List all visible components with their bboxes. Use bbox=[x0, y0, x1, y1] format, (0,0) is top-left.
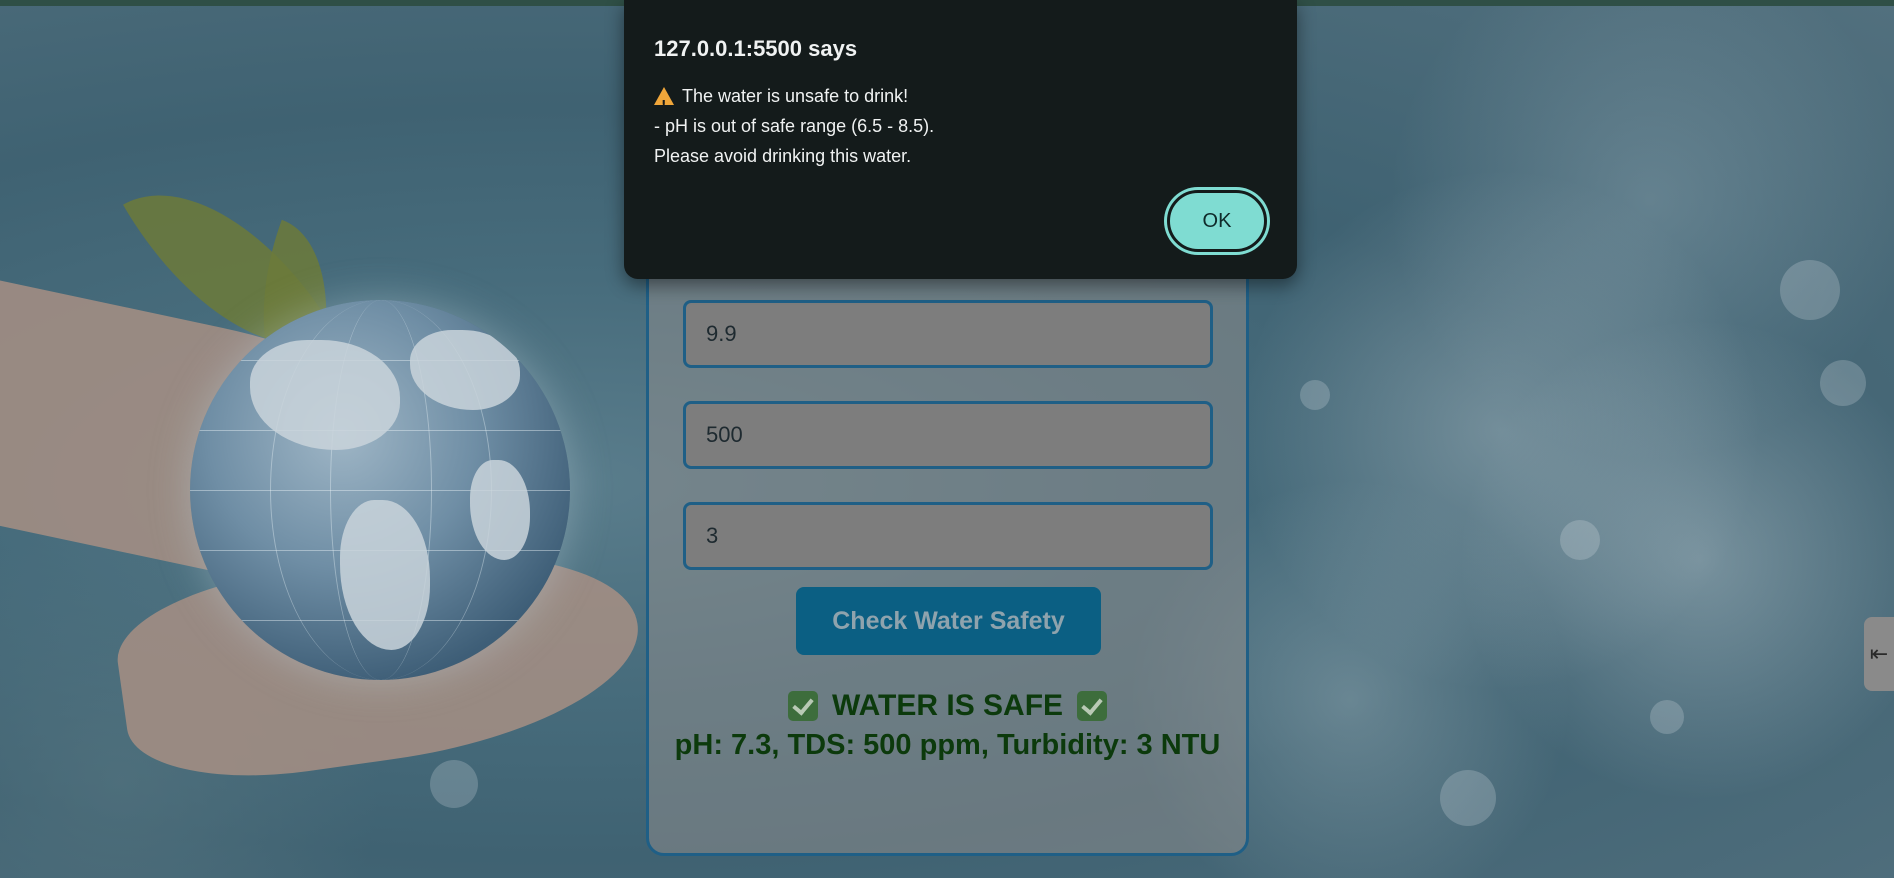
globe-illustration bbox=[190, 300, 570, 680]
page: Check Water Safety WATER IS SAFE pH: 7.3… bbox=[0, 0, 1894, 878]
bokeh-light bbox=[430, 760, 478, 808]
alert-dialog: 127.0.0.1:5500 says The water is unsafe … bbox=[624, 0, 1297, 279]
bokeh-light bbox=[1650, 700, 1684, 734]
warning-icon bbox=[654, 87, 674, 120]
alert-message: The water is unsafe to drink! - pH is ou… bbox=[654, 81, 934, 171]
bokeh-light bbox=[1820, 360, 1866, 406]
alert-line-1: The water is unsafe to drink! bbox=[682, 86, 909, 106]
check-mark-icon bbox=[787, 691, 818, 721]
bokeh-light bbox=[1300, 380, 1330, 410]
alert-title: 127.0.0.1:5500 says bbox=[654, 36, 858, 61]
turbidity-input[interactable] bbox=[683, 502, 1213, 570]
result-message: WATER IS SAFE pH: 7.3, TDS: 500 ppm, Tur… bbox=[660, 686, 1235, 763]
result-details: pH: 7.3, TDS: 500 ppm, Turbidity: 3 NTU bbox=[674, 729, 1221, 761]
bokeh-light bbox=[1780, 260, 1840, 320]
ok-button[interactable]: OK bbox=[1167, 190, 1267, 252]
alert-line-2: - pH is out of safe range (6.5 - 8.5). bbox=[654, 116, 935, 136]
result-headline: WATER IS SAFE bbox=[831, 689, 1064, 722]
side-panel-toggle[interactable]: ⇤ bbox=[1864, 617, 1894, 691]
bokeh-light bbox=[1440, 770, 1496, 826]
check-mark-icon bbox=[1077, 691, 1108, 721]
ph-input[interactable] bbox=[683, 300, 1213, 368]
bokeh-light bbox=[1560, 520, 1600, 560]
check-water-safety-button[interactable]: Check Water Safety bbox=[796, 587, 1101, 655]
tds-input[interactable] bbox=[683, 401, 1213, 469]
alert-line-3: Please avoid drinking this water. bbox=[654, 146, 912, 166]
collapse-icon: ⇤ bbox=[1869, 641, 1889, 667]
